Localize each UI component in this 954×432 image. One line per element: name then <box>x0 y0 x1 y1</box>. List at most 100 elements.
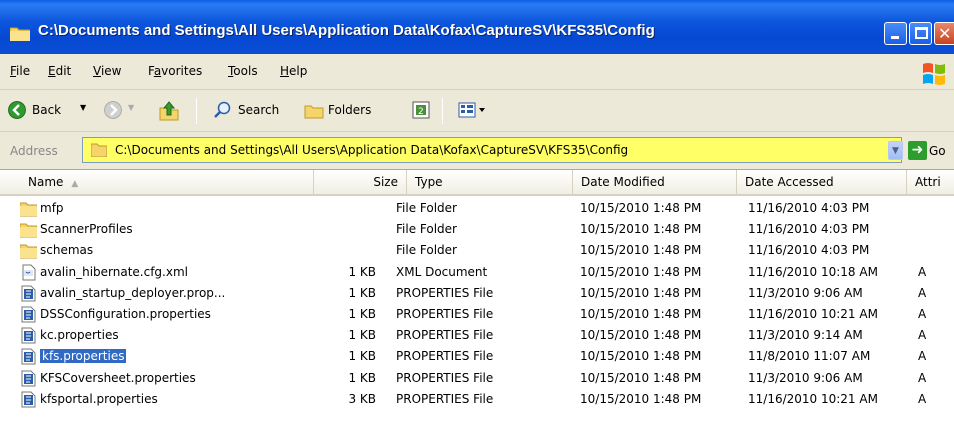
menu-help-accel: H <box>280 64 290 78</box>
properties-file-icon <box>21 327 36 344</box>
properties-file-icon <box>21 306 36 323</box>
file-attributes: A <box>918 307 927 321</box>
file-date-modified: 10/15/2010 1:48 PM <box>580 201 702 215</box>
column-type-label: Type <box>415 175 443 189</box>
file-row[interactable]: kfs.properties 1 KB PROPERTIES File 10/15/2… <box>0 346 954 367</box>
column-name[interactable]: Name ▲ <box>0 170 314 194</box>
file-row[interactable]: avalin_startup_deployer.prop... 1 KB PROPE… <box>0 283 954 304</box>
menu-edit-accel: E <box>48 64 56 78</box>
menu-favorites[interactable]: Favorites <box>148 64 202 78</box>
column-date-modified[interactable]: Date Modified <box>573 170 737 194</box>
menu-tools-label: ools <box>233 64 258 78</box>
forward-arrow-icon <box>104 101 122 119</box>
file-type: File Folder <box>396 201 457 215</box>
folder-icon <box>91 143 107 157</box>
file-name[interactable]: schemas <box>40 243 270 257</box>
forward-dropdown-icon[interactable]: ▼ <box>128 103 134 112</box>
explorer-window: C:\Documents and Settings\All Users\Appl… <box>0 0 954 432</box>
file-type: PROPERTIES File <box>396 349 494 364</box>
file-name[interactable]: kc.properties <box>40 328 270 342</box>
properties-file-icon <box>21 348 36 365</box>
file-date-accessed: 11/3/2010 9:14 AM <box>748 328 863 343</box>
file-size: 1 KB <box>348 349 376 364</box>
back-arrow-icon <box>8 101 26 119</box>
menu-edit[interactable]: Edit <box>48 64 71 78</box>
file-name-text: avalin_startup_deployer.prop... <box>40 285 226 300</box>
svg-text:2: 2 <box>418 107 424 117</box>
toolbar-separator <box>196 98 197 124</box>
forward-button[interactable]: ▼ <box>104 101 154 121</box>
column-size-label: Size <box>373 175 398 189</box>
file-name[interactable]: avalin_startup_deployer.prop... <box>40 286 270 300</box>
menu-view-label: iew <box>100 64 122 78</box>
column-size[interactable]: Size <box>314 170 407 194</box>
file-date-modified: 10/15/2010 1:48 PM <box>580 349 702 364</box>
file-name[interactable]: avalin_hibernate.cfg.xml <box>40 265 270 279</box>
menu-view[interactable]: View <box>93 64 121 78</box>
file-name[interactable]: kfs.properties <box>40 349 270 364</box>
properties-file-icon <box>21 370 36 387</box>
file-name[interactable]: kfsportal.properties <box>40 392 270 406</box>
file-row[interactable]: schemas File Folder 10/15/2010 1:48 PM 11/1… <box>0 240 954 261</box>
menu-view-accel: V <box>93 64 101 78</box>
address-dropdown-button[interactable]: ▼ <box>888 141 903 160</box>
maximize-button[interactable] <box>909 22 932 45</box>
search-button[interactable]: Search <box>214 101 290 121</box>
file-row[interactable]: ScannerProfiles File Folder 10/15/2010 1:4… <box>0 219 954 240</box>
file-date-modified: 10/15/2010 1:48 PM <box>580 307 702 321</box>
file-name-text: kfsportal.properties <box>40 391 158 406</box>
title-bar[interactable]: C:\Documents and Settings\All Users\Appl… <box>0 0 954 54</box>
minimize-button[interactable] <box>884 22 907 45</box>
column-name-label: Name <box>28 175 64 189</box>
properties-file-icon <box>21 391 36 408</box>
file-row[interactable]: avalin_hibernate.cfg.xml 1 KB XML Document… <box>0 262 954 283</box>
sort-ascending-icon: ▲ <box>71 179 79 189</box>
close-button[interactable]: ✕ <box>934 22 954 45</box>
menu-help[interactable]: Help <box>280 64 307 78</box>
file-size: 1 KB <box>348 285 376 300</box>
file-name-text: schemas <box>40 243 94 258</box>
file-row[interactable]: DSSConfiguration.properties 1 KB PROPERTIE… <box>0 304 954 325</box>
column-type[interactable]: Type <box>407 170 573 194</box>
file-name[interactable]: DSSConfiguration.properties <box>40 307 270 321</box>
file-size: 1 KB <box>348 328 376 343</box>
file-date-modified: 10/15/2010 1:48 PM <box>580 243 702 258</box>
file-date-accessed: 11/3/2010 9:06 AM <box>748 285 863 300</box>
file-name[interactable]: mfp <box>40 201 270 215</box>
column-date-accessed[interactable]: Date Accessed <box>737 170 907 194</box>
properties-file-icon <box>21 285 36 302</box>
file-row[interactable]: KFSCoversheet.properties 1 KB PROPERTIES F… <box>0 368 954 389</box>
address-input[interactable]: C:\Documents and Settings\All Users\Appl… <box>82 137 903 163</box>
column-date-modified-label: Date Modified <box>581 175 665 189</box>
file-attributes: A <box>918 370 927 385</box>
folders-button[interactable]: Folders <box>304 101 392 121</box>
file-date-accessed: 11/16/2010 10:21 AM <box>748 391 878 406</box>
minimize-icon <box>891 36 899 39</box>
file-type: PROPERTIES File <box>396 391 494 406</box>
file-type: PROPERTIES File <box>396 328 494 343</box>
file-row[interactable]: mfp File Folder 10/15/2010 1:48 PM 11/16/20… <box>0 198 954 219</box>
search-icon <box>214 101 231 118</box>
file-size: 1 KB <box>348 307 376 321</box>
file-name[interactable]: ScannerProfiles <box>40 222 270 236</box>
file-date-modified: 10/15/2010 1:48 PM <box>580 264 702 279</box>
file-attributes: A <box>918 391 927 406</box>
file-name[interactable]: KFSCoversheet.properties <box>40 371 270 385</box>
column-attributes[interactable]: Attri <box>907 170 954 194</box>
go-arrow-icon[interactable]: ➜ <box>908 141 927 160</box>
menu-file[interactable]: File <box>10 64 30 78</box>
up-folder-icon[interactable] <box>158 100 180 122</box>
file-date-accessed: 11/16/2010 10:21 AM <box>748 307 878 321</box>
file-attributes: A <box>918 349 927 364</box>
sync-folder-icon[interactable]: 2 <box>412 101 430 119</box>
file-type: XML Document <box>396 264 488 279</box>
back-dropdown-icon[interactable]: ▼ <box>80 103 86 112</box>
go-button[interactable]: Go <box>929 144 946 158</box>
folders-icon <box>304 105 324 119</box>
file-row[interactable]: kc.properties 1 KB PROPERTIES File 10/15/20… <box>0 325 954 346</box>
file-row[interactable]: kfsportal.properties 3 KB PROPERTIES File 1… <box>0 389 954 410</box>
menu-tools[interactable]: Tools <box>228 64 258 78</box>
back-button[interactable]: Back ▼ <box>8 101 104 121</box>
views-menu-icon[interactable] <box>458 101 488 119</box>
file-date-accessed: 11/16/2010 4:03 PM <box>748 222 870 237</box>
